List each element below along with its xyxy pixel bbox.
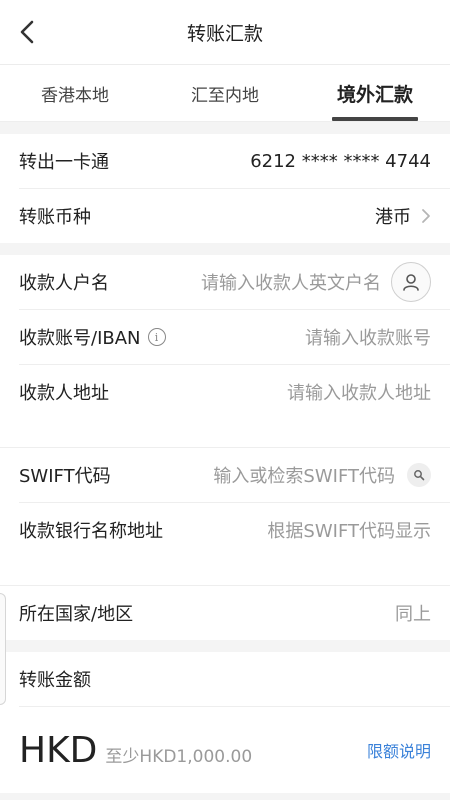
payee-name-input[interactable]: 请输入收款人英文户名: [201, 269, 381, 295]
country-label: 所在国家/地区: [19, 604, 134, 625]
amount-label-row: 转账金额: [19, 652, 450, 707]
payee-address-input[interactable]: 请输入收款人地址: [287, 365, 431, 419]
amount-section: 转账金额 HKD 至少HKD1,000.00 限额说明: [0, 652, 450, 793]
currency-row[interactable]: 转账币种 港币: [19, 189, 450, 243]
back-button[interactable]: [8, 12, 48, 52]
payee-account-input[interactable]: 请输入收款账号: [305, 324, 431, 350]
payee-address-row: 收款人地址 请输入收款人地址: [19, 365, 450, 447]
country-section: 所在国家/地区 同上: [0, 585, 450, 640]
account-section: 转出一卡通 6212 **** **** 4744 转账币种 港币: [0, 134, 450, 243]
country-value: 同上: [395, 604, 431, 625]
payee-section: 收款人户名 请输入收款人英文户名 收款账号/IBAN i 请输入收款账号 收款人…: [0, 255, 450, 447]
bank-name-display: 根据SWIFT代码显示: [267, 521, 431, 542]
tab-hk-local[interactable]: 香港本地: [0, 65, 150, 121]
chevron-right-icon: [421, 208, 431, 224]
tab-mainland[interactable]: 汇至内地: [150, 65, 300, 121]
swift-row: SWIFT代码 输入或检索SWIFT代码: [19, 448, 450, 503]
transfer-type-tabs: 香港本地 汇至内地 境外汇款: [0, 65, 450, 122]
section-gap: [0, 640, 450, 652]
from-account-number: 6212 **** **** 4744: [250, 150, 431, 172]
swift-search-button[interactable]: [407, 463, 431, 487]
payee-account-label: 收款账号/IBAN: [19, 328, 141, 349]
person-icon: [403, 274, 419, 291]
currency-value: 港币: [375, 207, 411, 228]
info-icon[interactable]: i: [147, 328, 166, 346]
swift-label: SWIFT代码: [19, 466, 111, 487]
bank-section: SWIFT代码 输入或检索SWIFT代码 收款银行名称地址 根据SWIFT代码显…: [0, 447, 450, 585]
payee-contacts-button[interactable]: [391, 262, 431, 302]
from-account-row[interactable]: 转出一卡通 6212 **** **** 4744: [19, 134, 450, 189]
limit-info-link[interactable]: 限额说明: [367, 738, 431, 762]
bank-name-row: 收款银行名称地址 根据SWIFT代码显示: [19, 503, 450, 585]
side-drawer-handle[interactable]: [0, 593, 6, 705]
amount-input-row[interactable]: HKD 至少HKD1,000.00 限额说明: [19, 707, 450, 793]
amount-currency-code: HKD: [19, 729, 98, 771]
top-nav-bar: 转账汇款: [0, 0, 450, 65]
section-gap: [0, 243, 450, 255]
country-row[interactable]: 所在国家/地区 同上: [19, 586, 450, 640]
section-gap: [0, 122, 450, 134]
payee-address-label: 收款人地址: [19, 383, 109, 404]
amount-input[interactable]: 至少HKD1,000.00: [105, 742, 252, 767]
search-icon: [414, 470, 425, 481]
page-title: 转账汇款: [186, 22, 263, 45]
payee-name-row: 收款人户名 请输入收款人英文户名: [19, 255, 450, 310]
payee-name-label: 收款人户名: [19, 273, 109, 294]
bank-name-label: 收款银行名称地址: [19, 521, 163, 542]
tab-overseas[interactable]: 境外汇款: [300, 65, 450, 121]
from-account-label: 转出一卡通: [19, 152, 109, 173]
chevron-left-icon: [20, 20, 34, 44]
payee-account-row: 收款账号/IBAN i 请输入收款账号: [19, 310, 450, 365]
amount-label: 转账金额: [19, 670, 91, 691]
swift-input[interactable]: 输入或检索SWIFT代码: [213, 462, 395, 488]
currency-label: 转账币种: [19, 207, 91, 228]
